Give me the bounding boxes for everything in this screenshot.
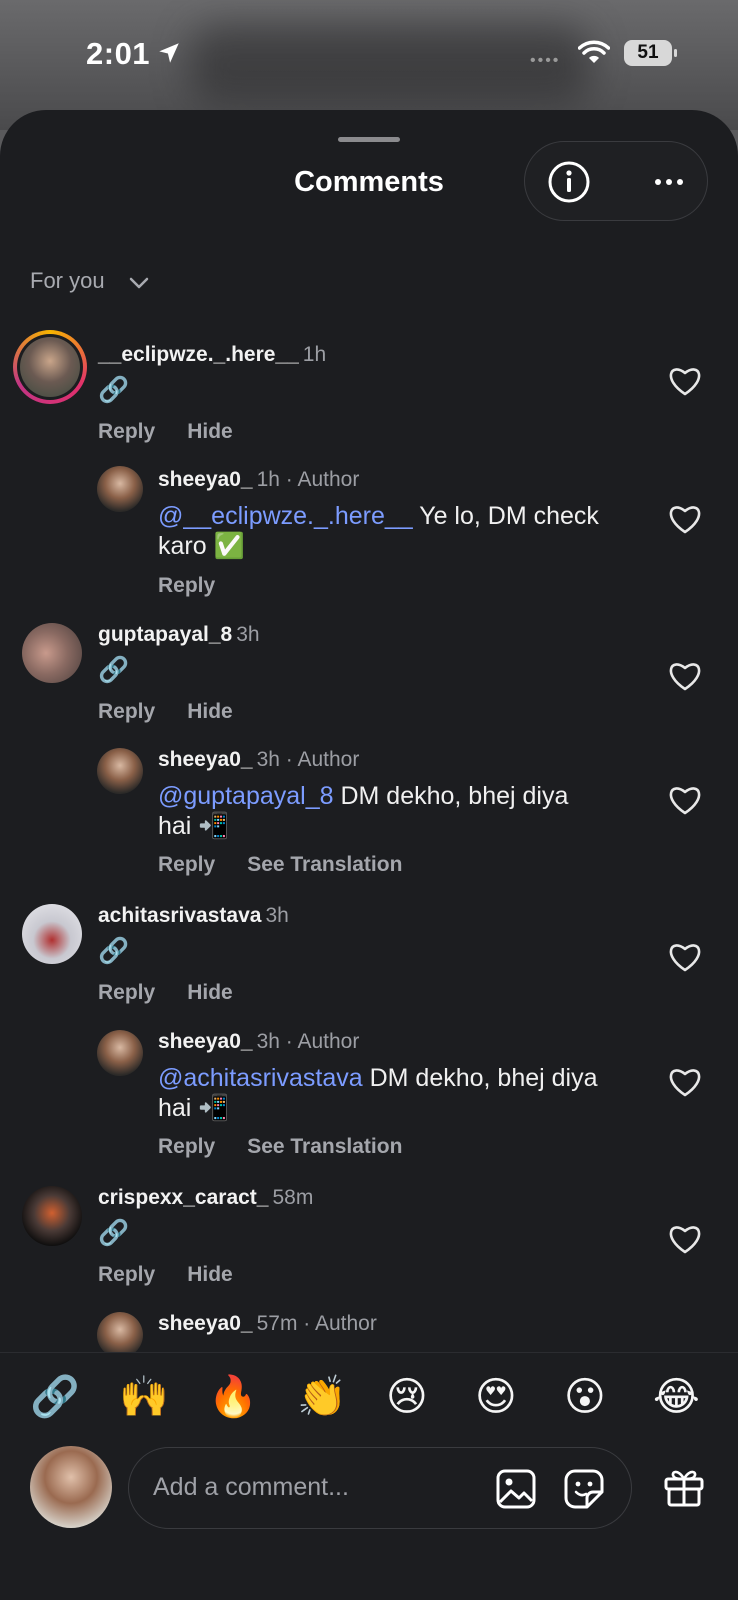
more-icon[interactable] (651, 164, 687, 200)
comment-actions: Reply See Translation (158, 1135, 434, 1159)
hide-button[interactable]: Hide (187, 700, 233, 723)
comment-text: 🔗 (98, 656, 130, 684)
comment-username[interactable]: __eclipwze._.here__ 1h (98, 343, 326, 367)
avatar[interactable] (97, 1030, 143, 1076)
comment-actions: Reply See Translation (158, 853, 434, 877)
comment-actions: Reply Hide (98, 1263, 265, 1287)
reaction-laughing[interactable]: 😂 (653, 1373, 700, 1421)
hide-button[interactable]: Hide (187, 420, 233, 443)
battery-indicator: 51 (624, 40, 677, 66)
comment-text: @__eclipwze._.here__ Ye lo, DM check karo… (158, 502, 599, 560)
avatar[interactable] (22, 904, 82, 964)
heart-icon[interactable] (668, 661, 702, 691)
comment-input-placeholder: Add a comment... (153, 1473, 349, 1501)
heart-icon[interactable] (668, 785, 702, 815)
comment-composer: Add a comment... (0, 1442, 738, 1600)
reaction-fire[interactable]: 🔥 (208, 1373, 258, 1421)
reply-button[interactable]: Reply (98, 1263, 155, 1286)
comments-sheet: Comments For you __eclipwze._.here__1h (0, 110, 738, 1600)
status-time: 2:01 (86, 36, 151, 71)
info-icon[interactable] (547, 160, 591, 204)
heart-icon[interactable] (668, 1067, 702, 1097)
comment-text: 🔗 (98, 376, 130, 404)
sheet-grabber[interactable] (338, 137, 400, 142)
location-arrow-icon (156, 40, 182, 71)
comment-actions: Reply Hide (98, 700, 265, 724)
wifi-icon (577, 40, 611, 71)
heart-icon[interactable] (668, 1224, 702, 1254)
avatar[interactable] (22, 1186, 82, 1246)
avatar (30, 1446, 112, 1528)
mention-link[interactable]: @guptapayal_8 (158, 782, 334, 810)
reply-button[interactable]: Reply (158, 1135, 215, 1158)
comment-text: @guptapayal_8 DM dekho, bhej diya hai 📲 (158, 782, 569, 840)
reply-button[interactable]: Reply (158, 853, 215, 876)
heart-icon[interactable] (668, 504, 702, 534)
comment-username[interactable]: sheeya0_ 1h · Author (158, 468, 359, 492)
reply-button[interactable]: Reply (98, 700, 155, 723)
quick-reactions-bar: 🔗 🙌 🔥 👏 😢 😍 😮 😂 (0, 1352, 738, 1442)
comment-username[interactable]: sheeya0_ 57m · Author (158, 1312, 377, 1336)
comment-text: 🔗 (98, 937, 130, 965)
heart-icon[interactable] (668, 366, 702, 396)
filter-dropdown[interactable]: For you (30, 268, 105, 294)
chevron-down-icon[interactable] (128, 272, 150, 299)
gift-icon[interactable] (662, 1464, 706, 1513)
reaction-link[interactable]: 🔗 (30, 1373, 80, 1421)
reaction-heart-eyes[interactable]: 😍 (475, 1373, 517, 1421)
sticker-icon[interactable] (563, 1468, 605, 1515)
reaction-clap[interactable]: 👏 (297, 1373, 347, 1421)
heart-icon[interactable] (668, 942, 702, 972)
mention-link[interactable]: @__eclipwze._.here__ (158, 502, 413, 530)
reaction-crying[interactable]: 😢 (386, 1373, 428, 1421)
hide-button[interactable]: Hide (187, 1263, 233, 1286)
mention-link[interactable]: @achitasrivastava (158, 1064, 363, 1092)
see-translation-button[interactable]: See Translation (247, 853, 402, 876)
see-translation-button[interactable]: See Translation (247, 1135, 402, 1158)
comment-username[interactable]: sheeya0_ 3h · Author (158, 1030, 359, 1054)
reply-button[interactable]: Reply (98, 981, 155, 1004)
avatar[interactable] (97, 466, 143, 512)
avatar[interactable] (22, 623, 82, 683)
signal-dots: •••• (530, 52, 561, 69)
comment-actions: Reply Hide (98, 981, 265, 1005)
reaction-surprised[interactable]: 😮 (564, 1373, 606, 1421)
comment-username[interactable]: guptapayal_8 3h (98, 623, 260, 647)
reply-button[interactable]: Reply (98, 420, 155, 443)
hide-button[interactable]: Hide (187, 981, 233, 1004)
comment-username[interactable]: crispexx_caract_ 58m (98, 1186, 313, 1210)
avatar[interactable] (13, 330, 87, 404)
header-actions (524, 141, 708, 221)
comment-actions: Reply Hide (98, 420, 265, 444)
comment-input[interactable]: Add a comment... (128, 1447, 632, 1529)
comment-username[interactable]: achitasrivastava 3h (98, 904, 289, 928)
comment-text: 🔗 (98, 1219, 130, 1247)
reaction-raised-hands[interactable]: 🙌 (119, 1373, 169, 1421)
reply-button[interactable]: Reply (158, 574, 215, 597)
status-bar: 2:01 •••• 51 (0, 0, 738, 110)
avatar[interactable] (97, 748, 143, 794)
comment-text: @achitasrivastava DM dekho, bhej diya hai… (158, 1064, 598, 1122)
comment-username[interactable]: sheeya0_ 3h · Author (158, 748, 359, 772)
image-icon[interactable] (495, 1468, 537, 1515)
comment-actions: Reply (158, 574, 247, 598)
